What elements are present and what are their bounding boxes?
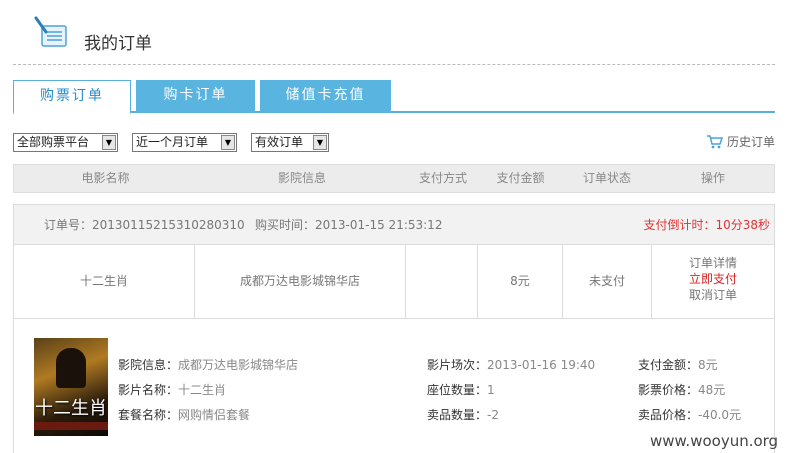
order-list-icon: [34, 16, 67, 47]
detail-movie-label: 影片名称：: [118, 383, 179, 397]
order-details-link[interactable]: 订单详情: [652, 255, 774, 271]
detail-showtime: 影片场次：2013-01-16 19:40: [427, 356, 595, 373]
detail-showtime-label: 影片场次：: [427, 358, 488, 372]
payment-countdown: 支付倒计时：10分38秒: [643, 218, 770, 232]
chevron-down-icon: ▼: [102, 135, 116, 150]
detail-goods-count: 卖品数量：-2: [427, 406, 499, 423]
detail-goods-price-value: -40.0元: [698, 408, 742, 422]
detail-ticket-value: 48元: [698, 383, 726, 397]
detail-cinema-value: 成都万达电影城锦华店: [178, 358, 299, 372]
tab-card-orders[interactable]: 购卡订单: [136, 80, 255, 113]
order-card: 订单号：2013011521531028031​0 购买时间：2013-01-1…: [13, 204, 775, 453]
watermark: www.wooyun.org: [650, 432, 779, 450]
cancel-order-link[interactable]: 取消订单: [652, 287, 774, 303]
order-summary-bar: 订单号：2013011521531028031​0 购买时间：2013-01-1…: [14, 205, 774, 245]
col-payment-method: 支付方式: [418, 171, 467, 185]
pay-now-link[interactable]: 立即支付: [652, 271, 774, 287]
status-select-value: 有效订单: [255, 135, 304, 149]
header-divider: [13, 64, 775, 65]
detail-package-value: 网购情侣套餐: [178, 408, 251, 422]
detail-seat-label: 座位数量：: [427, 383, 488, 397]
period-select-value: 近一个月订单: [136, 135, 209, 149]
col-actions: 操作: [700, 171, 725, 185]
detail-goods-price: 卖品价格：-40.0元: [638, 406, 741, 423]
filter-bar: 全部购票平台 ▼ 近一个月订单 ▼ 有效订单 ▼ 历史订单: [13, 133, 775, 153]
col-payment-amount: 支付金额: [496, 171, 545, 185]
tab-stored-value-recharge[interactable]: 储值卡充值: [260, 80, 391, 113]
poster-band: [34, 422, 108, 430]
detail-cinema: 影院信息：成都万达电影城锦华店: [118, 356, 298, 373]
movie-name-cell: 十二生肖: [14, 245, 195, 318]
status-select[interactable]: 有效订单 ▼: [251, 133, 329, 152]
tab-ticket-orders[interactable]: 购票订单: [13, 80, 131, 115]
detail-showtime-value: 2013-01-16 19:40: [487, 358, 596, 372]
detail-cinema-label: 影院信息：: [118, 358, 179, 372]
amount-cell: 8元: [478, 245, 563, 318]
detail-movie: 影片名称：十二生肖: [118, 381, 226, 398]
order-table-header: 电影名称 影院信息 支付方式 支付金额 订单状态 操作: [13, 164, 775, 193]
detail-seat-value: 1: [487, 383, 495, 397]
table-row: 十二生肖 成都万达电影城锦华店 8元 未支付 订单详情 立即支付 取消订单: [14, 245, 774, 319]
history-orders-link[interactable]: 历史订单: [706, 133, 775, 150]
period-select[interactable]: 近一个月订单 ▼: [132, 133, 237, 152]
detail-goods-value: -2: [487, 408, 499, 422]
col-order-status: 订单状态: [582, 171, 631, 185]
detail-package: 套餐名称：网购情侣套餐: [118, 406, 250, 423]
detail-movie-value: 十二生肖: [178, 383, 227, 397]
detail-paid-amount: 支付金额：8元: [638, 356, 718, 373]
col-cinema-info: 影院信息: [277, 171, 326, 185]
payment-method-cell: [406, 245, 478, 318]
history-orders-label: 历史订单: [726, 135, 775, 149]
page-header: 我的订单: [0, 0, 791, 66]
actions-cell: 订单详情 立即支付 取消订单: [652, 245, 774, 318]
cart-icon: [706, 135, 724, 149]
detail-ticket-label: 影票价格：: [638, 383, 699, 397]
detail-package-label: 套餐名称：: [118, 408, 179, 422]
platform-select-value: 全部购票平台: [17, 135, 90, 149]
cinema-cell: 成都万达电影城锦华店: [195, 245, 406, 318]
platform-select[interactable]: 全部购票平台 ▼: [13, 133, 118, 152]
chevron-down-icon: ▼: [313, 135, 327, 150]
col-movie-name: 电影名称: [81, 171, 130, 185]
detail-seat-count: 座位数量：1: [427, 381, 495, 398]
order-tabs: 购票订单 购卡订单 储值卡充值: [13, 80, 775, 115]
detail-paid-value: 8元: [698, 358, 718, 372]
status-cell: 未支付: [563, 245, 652, 318]
detail-goods-label: 卖品数量：: [427, 408, 488, 422]
detail-paid-label: 支付金额：: [638, 358, 699, 372]
detail-ticket-price: 影票价格：48元: [638, 381, 725, 398]
movie-poster: 十二生肖: [34, 338, 108, 436]
detail-goods-price-label: 卖品价格：: [638, 408, 699, 422]
order-number: 订单号：2013011521531028031​0: [44, 218, 245, 232]
poster-figure: [56, 348, 86, 388]
poster-title: 十二生肖: [35, 398, 107, 419]
purchase-time: 购买时间：2013-01-15 21:53:12: [255, 218, 443, 232]
chevron-down-icon: ▼: [221, 135, 235, 150]
page-title: 我的订单: [84, 34, 152, 54]
